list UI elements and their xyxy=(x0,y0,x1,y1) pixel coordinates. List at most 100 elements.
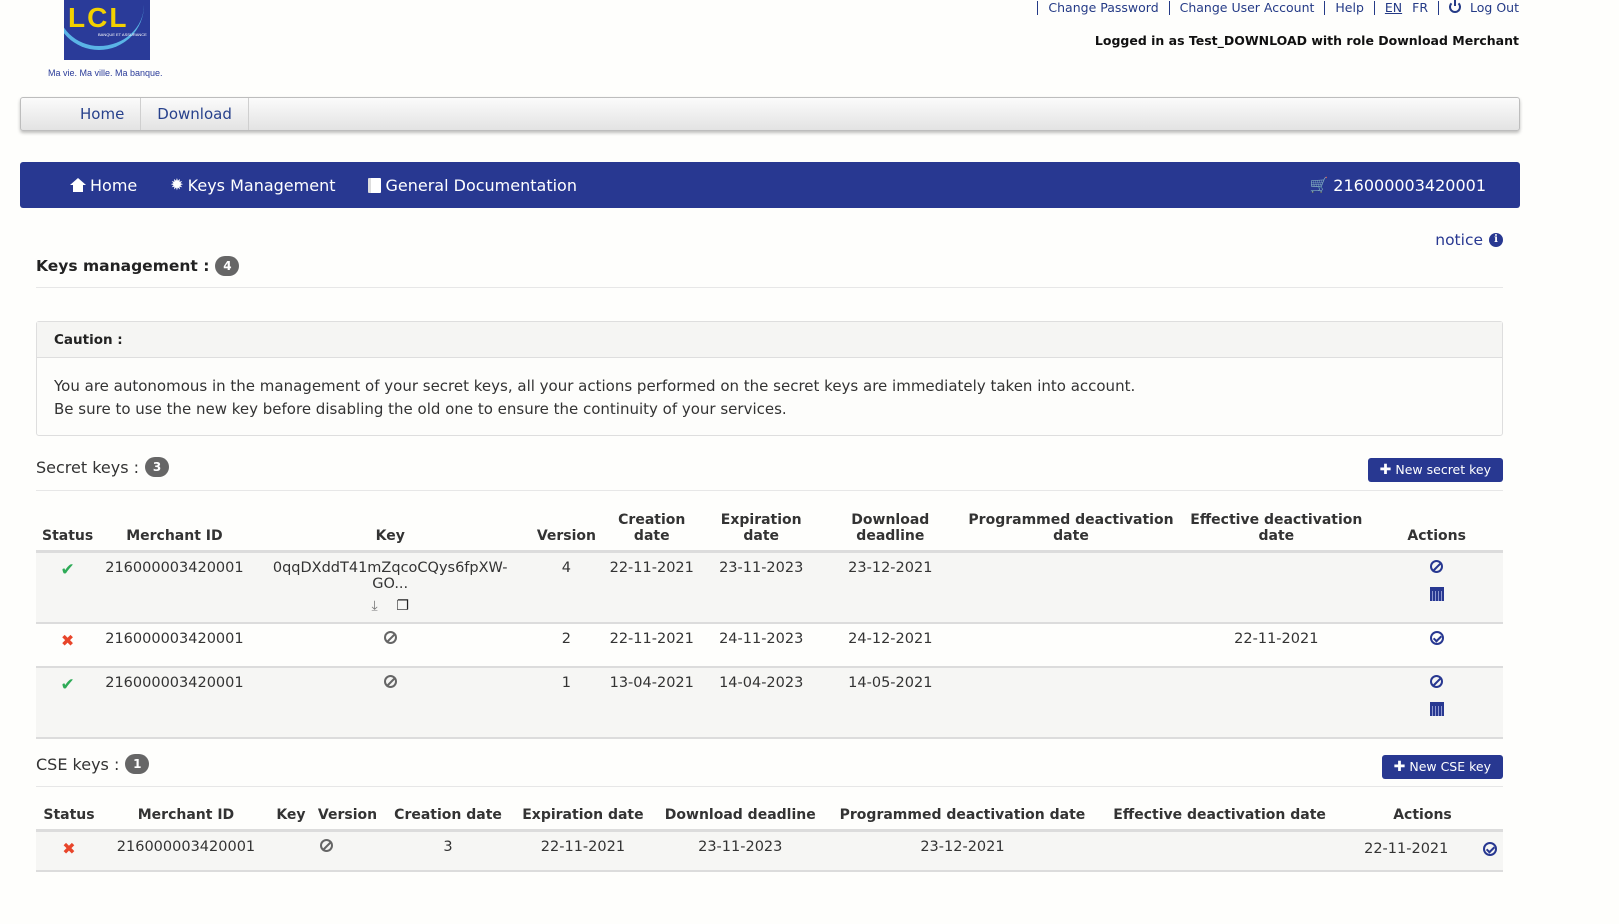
cse-keys-label: CSE keys : xyxy=(36,754,120,774)
version-cell: 2 xyxy=(561,631,572,647)
gear-icon: ✹ xyxy=(170,175,184,194)
table-row: ✖ 216000003420001 2 22-11-2021 24-11-202… xyxy=(36,623,1503,667)
page-title: Keys management : 4 xyxy=(36,256,1503,276)
status-cell: ✖ xyxy=(36,623,99,667)
col-download-deadline[interactable]: Download deadline xyxy=(820,508,960,553)
notice-label: notice xyxy=(1435,231,1483,249)
home-icon xyxy=(70,178,86,192)
col-merchant-id[interactable]: Merchant ID xyxy=(99,508,250,553)
creation-date-cell: 22-11-2021 xyxy=(609,631,694,647)
col-version[interactable]: Version xyxy=(530,508,602,553)
col-key[interactable]: Key xyxy=(269,803,312,832)
menu-item-download[interactable]: Download xyxy=(141,98,249,130)
col-key[interactable]: Key xyxy=(249,508,531,553)
key-cell xyxy=(270,831,383,871)
col-merchant-id[interactable]: Merchant ID xyxy=(101,803,270,832)
expiration-date-cell: 14-04-2023 xyxy=(719,675,804,691)
col-expiration-date[interactable]: Expiration date xyxy=(512,803,653,832)
col-creation-date[interactable]: Creation date xyxy=(602,508,702,553)
info-icon: i xyxy=(1489,233,1503,247)
col-status[interactable]: Status xyxy=(36,508,100,553)
table-header-row: Status Merchant ID Key Version Creation … xyxy=(36,803,1503,832)
col-actions: Actions xyxy=(1341,803,1503,832)
version-cell: 1 xyxy=(561,675,572,691)
col-programmed-deactivation[interactable]: Programmed deactivation date xyxy=(959,508,1183,553)
logo-box: LCL BANQUE ET ASSURANCE xyxy=(64,0,150,60)
lang-fr-link[interactable]: FR xyxy=(1412,0,1428,15)
download-icon[interactable]: ⤓ xyxy=(372,598,378,614)
deactivate-icon[interactable] xyxy=(1430,560,1444,573)
calendar-icon[interactable] xyxy=(1429,702,1444,716)
plus-icon: ✚ xyxy=(1393,759,1406,775)
expiration-date-cell: 23-11-2023 xyxy=(719,560,804,576)
merchant-selector[interactable]: 🛒 216000003420001 xyxy=(1310,176,1486,195)
col-download-deadline[interactable]: Download deadline xyxy=(652,803,828,832)
logged-in-status: Logged in as Test_DOWNLOAD with role Dow… xyxy=(1094,33,1519,48)
new-secret-key-button[interactable]: ✚ New secret key xyxy=(1367,458,1503,482)
separator xyxy=(1438,0,1440,15)
merchant-id-cell: 216000003420001 xyxy=(105,631,244,647)
col-creation-date[interactable]: Creation date xyxy=(383,803,513,832)
section-nav: Home ✹ Keys Management General Documenta… xyxy=(20,162,1520,208)
calendar-icon[interactable] xyxy=(1429,587,1444,601)
caution-panel: Caution : You are autonomous in the mana… xyxy=(36,321,1503,436)
merchant-id: 216000003420001 xyxy=(1333,175,1486,195)
lang-en-link[interactable]: EN xyxy=(1385,0,1402,15)
col-effective-deactivation[interactable]: Effective deactivation date xyxy=(1097,803,1342,832)
menu-item-home[interactable]: Home xyxy=(64,98,142,130)
cse-keys-count-badge: 1 xyxy=(125,754,150,774)
separator xyxy=(1037,0,1039,15)
page-title-text: Keys management : xyxy=(36,257,210,275)
cross-icon: ✖ xyxy=(60,631,75,650)
cse-keys-table: Status Merchant ID Key Version Creation … xyxy=(36,803,1503,872)
effective-actions-cell: 22-11-2021 xyxy=(1342,831,1503,871)
status-cell: ✖ xyxy=(36,831,102,871)
merchant-id-cell: 216000003420001 xyxy=(105,560,244,576)
logout-link[interactable]: Log Out xyxy=(1470,0,1519,15)
caution-line-1: You are autonomous in the management of … xyxy=(54,377,1136,395)
top-links: Change Password Change User Account Help… xyxy=(1027,0,1519,15)
cart-icon: 🛒 xyxy=(1309,176,1329,194)
download-deadline-cell: 23-12-2021 xyxy=(848,560,933,576)
col-expiration-date[interactable]: Expiration date xyxy=(701,508,821,553)
copy-icon[interactable]: ❐ xyxy=(396,598,409,614)
col-status[interactable]: Status xyxy=(36,803,102,832)
secret-keys-table: Status Merchant ID Key Version Creation … xyxy=(36,508,1503,739)
col-effective-deactivation[interactable]: Effective deactivation date xyxy=(1182,508,1371,553)
col-programmed-deactivation[interactable]: Programmed deactivation date xyxy=(827,803,1098,832)
merchant-id-cell: 216000003420001 xyxy=(105,675,244,691)
divider xyxy=(36,490,1503,491)
expiration-date-cell: 23-11-2023 xyxy=(698,839,783,855)
col-version[interactable]: Version xyxy=(311,803,384,832)
logo-subtitle: BANQUE ET ASSURANCE xyxy=(98,32,147,37)
programmed-deactivation-cell xyxy=(960,623,1182,667)
nav-keys-management[interactable]: ✹ Keys Management xyxy=(170,176,335,195)
nav-general-documentation[interactable]: General Documentation xyxy=(368,175,577,195)
nav-home-label: Home xyxy=(90,175,138,195)
secret-keys-count-badge: 3 xyxy=(145,457,170,477)
creation-date-cell: 22-11-2021 xyxy=(540,839,626,855)
divider xyxy=(36,287,1503,288)
effective-deactivation-cell: 22-11-2021 xyxy=(1234,631,1319,647)
reactivate-icon[interactable] xyxy=(1429,631,1444,645)
download-deadline-cell: 14-05-2021 xyxy=(848,675,933,691)
table-row: ✔ 216000003420001 1 13-04-2021 14-04-202… xyxy=(36,667,1503,738)
reactivate-icon[interactable] xyxy=(1483,842,1497,856)
help-link[interactable]: Help xyxy=(1335,0,1364,15)
nav-home[interactable]: Home xyxy=(70,176,137,195)
table-row: ✖ 216000003420001 3 22-11-2021 23-11-202… xyxy=(36,830,1503,871)
deactivate-icon[interactable] xyxy=(1430,675,1444,688)
change-password-link[interactable]: Change Password xyxy=(1048,0,1158,15)
change-user-account-link[interactable]: Change User Account xyxy=(1180,0,1315,15)
download-deadline-cell: 24-12-2021 xyxy=(848,631,933,647)
logo-tagline: Ma vie. Ma ville. Ma banque. xyxy=(48,68,163,78)
power-icon[interactable] xyxy=(1449,0,1462,13)
new-cse-key-button[interactable]: ✚ New CSE key xyxy=(1381,755,1503,779)
cross-icon: ✖ xyxy=(62,839,76,858)
unavailable-icon xyxy=(383,675,397,688)
actions-cell xyxy=(1370,623,1503,667)
new-secret-key-label: New secret key xyxy=(1395,462,1491,477)
table-row: ✔ 216000003420001 0qqDXddT41mZqcoCQys6fp… xyxy=(36,551,1503,623)
nav-doc-label: General Documentation xyxy=(385,175,577,195)
notice-link[interactable]: notice i xyxy=(1435,231,1503,249)
